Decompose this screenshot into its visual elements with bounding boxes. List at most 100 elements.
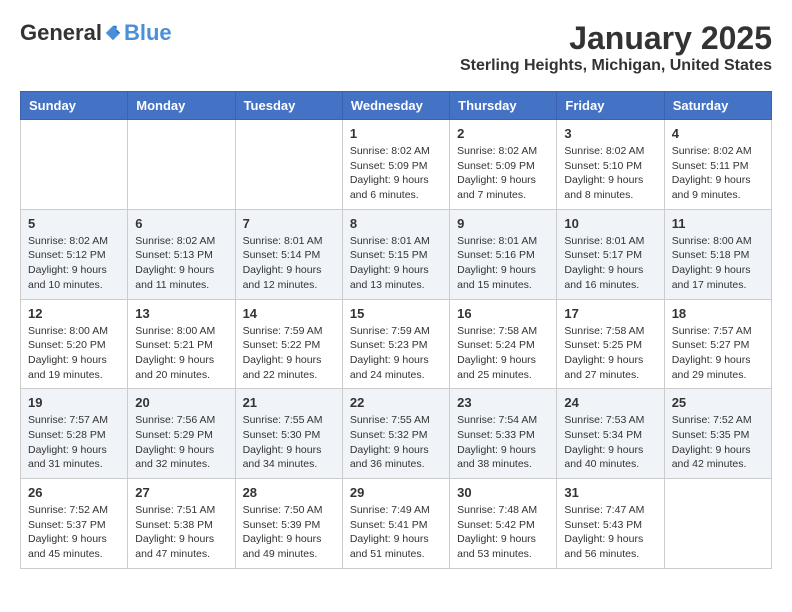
calendar-cell: 3 Sunrise: 8:02 AM Sunset: 5:10 PM Daylig…	[557, 120, 664, 210]
logo-icon	[104, 24, 122, 42]
day-number: 12	[28, 306, 120, 321]
day-number: 18	[672, 306, 764, 321]
day-info: Sunrise: 8:00 AM Sunset: 5:21 PM Dayligh…	[135, 324, 227, 383]
calendar-cell: 27Sunrise: 7:51 AM Sunset: 5:38 PM Dayli…	[128, 479, 235, 569]
day-info: Sunrise: 8:02 AM Sunset: 5:09 PM Dayligh…	[350, 144, 442, 203]
day-number: 15	[350, 306, 442, 321]
day-info: Sunrise: 7:55 AM Sunset: 5:30 PM Dayligh…	[243, 413, 335, 472]
calendar-cell: 25 Sunrise: 7:52 AM Sunset: 5:35 PM Dayli…	[664, 389, 771, 479]
day-info: Sunrise: 7:57 AM Sunset: 5:27 PM Dayligh…	[672, 324, 764, 383]
calendar-cell: 6 Sunrise: 8:02 AM Sunset: 5:13 PM Daylig…	[128, 209, 235, 299]
day-info: Sunrise: 8:02 AM Sunset: 5:12 PM Dayligh…	[28, 234, 120, 293]
calendar-cell	[21, 120, 128, 210]
day-of-week-header: Sunday	[21, 92, 128, 120]
calendar-cell: 8 Sunrise: 8:01 AM Sunset: 5:15 PM Daylig…	[342, 209, 449, 299]
logo-blue-text: Blue	[124, 20, 172, 46]
day-number: 16	[457, 306, 549, 321]
calendar-cell: 13Sunrise: 8:00 AM Sunset: 5:21 PM Dayli…	[128, 299, 235, 389]
day-info: Sunrise: 7:49 AM Sunset: 5:41 PM Dayligh…	[350, 503, 442, 562]
day-of-week-header: Friday	[557, 92, 664, 120]
day-number: 3	[564, 126, 656, 141]
calendar-week-row: 1 Sunrise: 8:02 AM Sunset: 5:09 PM Daylig…	[21, 120, 772, 210]
page-header: General Blue January 2025 Sterling Heigh…	[20, 20, 772, 75]
calendar-cell: 30 Sunrise: 7:48 AM Sunset: 5:42 PM Dayli…	[450, 479, 557, 569]
day-info: Sunrise: 7:50 AM Sunset: 5:39 PM Dayligh…	[243, 503, 335, 562]
calendar-cell: 7 Sunrise: 8:01 AM Sunset: 5:14 PM Daylig…	[235, 209, 342, 299]
day-info: Sunrise: 8:02 AM Sunset: 5:11 PM Dayligh…	[672, 144, 764, 203]
day-info: Sunrise: 8:02 AM Sunset: 5:10 PM Dayligh…	[564, 144, 656, 203]
day-number: 2	[457, 126, 549, 141]
day-number: 23	[457, 395, 549, 410]
logo-general-text: General	[20, 20, 102, 46]
calendar-cell: 18 Sunrise: 7:57 AM Sunset: 5:27 PM Dayli…	[664, 299, 771, 389]
day-number: 7	[243, 216, 335, 231]
day-number: 5	[28, 216, 120, 231]
calendar-cell: 4 Sunrise: 8:02 AM Sunset: 5:11 PM Daylig…	[664, 120, 771, 210]
day-number: 4	[672, 126, 764, 141]
day-info: Sunrise: 7:59 AM Sunset: 5:22 PM Dayligh…	[243, 324, 335, 383]
day-number: 28	[243, 485, 335, 500]
calendar-header-row: SundayMondayTuesdayWednesdayThursdayFrid…	[21, 92, 772, 120]
calendar-cell: 29 Sunrise: 7:49 AM Sunset: 5:41 PM Dayli…	[342, 479, 449, 569]
day-info: Sunrise: 7:47 AM Sunset: 5:43 PM Dayligh…	[564, 503, 656, 562]
location-text: Sterling Heights, Michigan, United State…	[460, 57, 772, 75]
month-title: January 2025	[460, 20, 772, 57]
day-info: Sunrise: 8:00 AM Sunset: 5:18 PM Dayligh…	[672, 234, 764, 293]
day-number: 17	[564, 306, 656, 321]
day-info: Sunrise: 7:59 AM Sunset: 5:23 PM Dayligh…	[350, 324, 442, 383]
day-number: 29	[350, 485, 442, 500]
day-number: 1	[350, 126, 442, 141]
day-number: 30	[457, 485, 549, 500]
day-info: Sunrise: 7:57 AM Sunset: 5:28 PM Dayligh…	[28, 413, 120, 472]
day-number: 20	[135, 395, 227, 410]
calendar-cell: 21 Sunrise: 7:55 AM Sunset: 5:30 PM Dayli…	[235, 389, 342, 479]
calendar-cell: 10 Sunrise: 8:01 AM Sunset: 5:17 PM Dayli…	[557, 209, 664, 299]
day-number: 8	[350, 216, 442, 231]
day-number: 21	[243, 395, 335, 410]
calendar-cell: 16Sunrise: 7:58 AM Sunset: 5:24 PM Dayli…	[450, 299, 557, 389]
calendar-cell: 1 Sunrise: 8:02 AM Sunset: 5:09 PM Daylig…	[342, 120, 449, 210]
day-info: Sunrise: 8:02 AM Sunset: 5:13 PM Dayligh…	[135, 234, 227, 293]
calendar-week-row: 19 Sunrise: 7:57 AM Sunset: 5:28 PM Dayli…	[21, 389, 772, 479]
day-info: Sunrise: 8:01 AM Sunset: 5:17 PM Dayligh…	[564, 234, 656, 293]
calendar-cell	[128, 120, 235, 210]
calendar-cell: 19 Sunrise: 7:57 AM Sunset: 5:28 PM Dayli…	[21, 389, 128, 479]
day-info: Sunrise: 8:01 AM Sunset: 5:14 PM Dayligh…	[243, 234, 335, 293]
calendar-cell	[664, 479, 771, 569]
calendar-week-row: 26 Sunrise: 7:52 AM Sunset: 5:37 PM Dayli…	[21, 479, 772, 569]
day-info: Sunrise: 8:01 AM Sunset: 5:15 PM Dayligh…	[350, 234, 442, 293]
calendar-cell: 22 Sunrise: 7:55 AM Sunset: 5:32 PM Dayli…	[342, 389, 449, 479]
calendar-week-row: 5 Sunrise: 8:02 AM Sunset: 5:12 PM Daylig…	[21, 209, 772, 299]
day-number: 25	[672, 395, 764, 410]
calendar-cell: 31Sunrise: 7:47 AM Sunset: 5:43 PM Dayli…	[557, 479, 664, 569]
day-of-week-header: Monday	[128, 92, 235, 120]
day-number: 9	[457, 216, 549, 231]
day-number: 22	[350, 395, 442, 410]
day-number: 26	[28, 485, 120, 500]
day-info: Sunrise: 8:01 AM Sunset: 5:16 PM Dayligh…	[457, 234, 549, 293]
day-of-week-header: Wednesday	[342, 92, 449, 120]
day-number: 19	[28, 395, 120, 410]
day-number: 6	[135, 216, 227, 231]
day-info: Sunrise: 7:48 AM Sunset: 5:42 PM Dayligh…	[457, 503, 549, 562]
day-of-week-header: Tuesday	[235, 92, 342, 120]
day-info: Sunrise: 8:00 AM Sunset: 5:20 PM Dayligh…	[28, 324, 120, 383]
day-info: Sunrise: 8:02 AM Sunset: 5:09 PM Dayligh…	[457, 144, 549, 203]
calendar-cell: 2 Sunrise: 8:02 AM Sunset: 5:09 PM Daylig…	[450, 120, 557, 210]
calendar-cell: 23Sunrise: 7:54 AM Sunset: 5:33 PM Dayli…	[450, 389, 557, 479]
calendar-cell: 5 Sunrise: 8:02 AM Sunset: 5:12 PM Daylig…	[21, 209, 128, 299]
day-number: 14	[243, 306, 335, 321]
day-info: Sunrise: 7:52 AM Sunset: 5:37 PM Dayligh…	[28, 503, 120, 562]
day-number: 24	[564, 395, 656, 410]
calendar-cell: 20 Sunrise: 7:56 AM Sunset: 5:29 PM Dayli…	[128, 389, 235, 479]
day-info: Sunrise: 7:55 AM Sunset: 5:32 PM Dayligh…	[350, 413, 442, 472]
calendar-cell: 15 Sunrise: 7:59 AM Sunset: 5:23 PM Dayli…	[342, 299, 449, 389]
logo: General Blue	[20, 20, 172, 46]
title-block: January 2025 Sterling Heights, Michigan,…	[460, 20, 772, 75]
day-info: Sunrise: 7:58 AM Sunset: 5:25 PM Dayligh…	[564, 324, 656, 383]
day-number: 10	[564, 216, 656, 231]
day-info: Sunrise: 7:52 AM Sunset: 5:35 PM Dayligh…	[672, 413, 764, 472]
calendar-cell: 24Sunrise: 7:53 AM Sunset: 5:34 PM Dayli…	[557, 389, 664, 479]
day-of-week-header: Saturday	[664, 92, 771, 120]
day-info: Sunrise: 7:56 AM Sunset: 5:29 PM Dayligh…	[135, 413, 227, 472]
